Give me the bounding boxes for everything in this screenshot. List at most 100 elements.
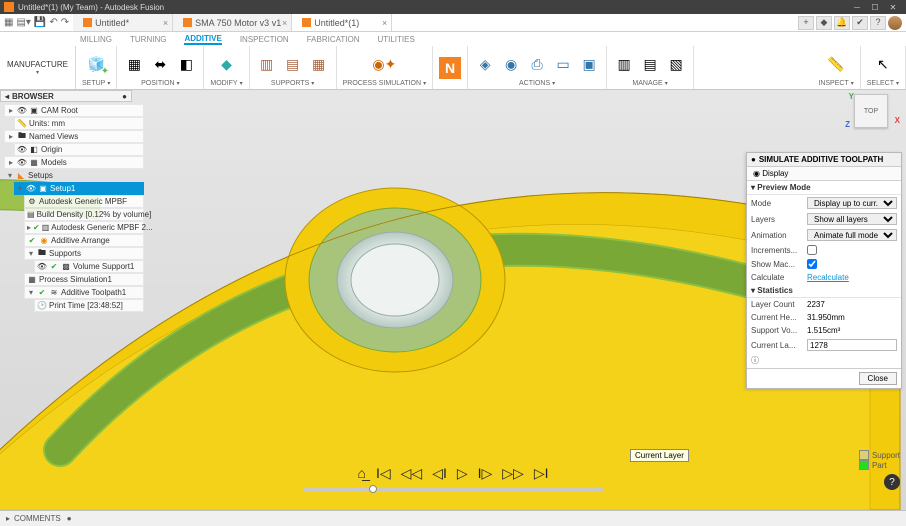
- new-tab-button[interactable]: +: [798, 16, 814, 30]
- group-label[interactable]: ACTIONS: [519, 80, 555, 87]
- tree-node[interactable]: ▸👁▦Models: [4, 156, 144, 169]
- animation-select[interactable]: Animate full model: [807, 229, 897, 241]
- workspace-switcher[interactable]: MANUFACTURE ▾: [0, 46, 76, 89]
- maximize-button[interactable]: ☐: [866, 3, 884, 12]
- tree-node[interactable]: ▦Process Simulation1: [24, 273, 144, 286]
- showmachine-checkbox[interactable]: [807, 259, 817, 269]
- home-icon[interactable]: ⌂̲: [358, 465, 366, 482]
- minimize-button[interactable]: ─: [848, 3, 866, 12]
- user-avatar[interactable]: [888, 16, 902, 30]
- ffwd-icon[interactable]: ▷▷: [502, 465, 524, 482]
- timeline-knob[interactable]: [369, 485, 377, 493]
- ribbon-tab[interactable]: UTILITIES: [377, 35, 414, 44]
- tree-node[interactable]: ⚙Autodesk Generic MPBF: [24, 195, 144, 208]
- position-auto-icon[interactable]: ▦: [123, 53, 145, 75]
- eye-icon[interactable]: 👁: [37, 262, 47, 272]
- ribbon-tab[interactable]: FABRICATION: [307, 35, 360, 44]
- undo-icon[interactable]: ↶: [49, 17, 57, 28]
- increments-checkbox[interactable]: [807, 245, 817, 255]
- tree-node[interactable]: ✔◉Additive Arrange: [24, 234, 144, 247]
- skip-end-icon[interactable]: ▷I: [534, 465, 549, 482]
- help-icon[interactable]: ?: [870, 16, 886, 30]
- tree-node[interactable]: 🕑Print Time [23:48:52]: [34, 299, 144, 312]
- netfabb-icon[interactable]: N: [439, 57, 461, 79]
- close-tab-icon[interactable]: ×: [163, 18, 168, 28]
- panel-tab-display[interactable]: ◉ Display: [747, 167, 901, 181]
- tree-node[interactable]: 👁✔▩Volume Support1: [34, 260, 144, 273]
- process-sim-icon[interactable]: ◉✦: [373, 53, 395, 75]
- skip-start-icon[interactable]: I◁: [376, 465, 391, 482]
- export-icon[interactable]: ▭: [552, 53, 574, 75]
- tree-node[interactable]: 📏Units: mm: [14, 117, 144, 130]
- eye-icon[interactable]: 👁: [17, 145, 27, 155]
- close-tab-icon[interactable]: ×: [282, 18, 287, 28]
- group-label[interactable]: SELECT: [867, 80, 899, 87]
- position-move-icon[interactable]: ⬌: [149, 53, 171, 75]
- recalculate-link[interactable]: Recalculate: [807, 273, 849, 282]
- ribbon-tab[interactable]: ADDITIVE: [184, 34, 221, 45]
- tree-node[interactable]: ▾◣Setups: [4, 169, 144, 182]
- ribbon-tab[interactable]: MILLING: [80, 35, 112, 44]
- close-window-button[interactable]: ✕: [884, 3, 902, 12]
- data-panel-icon[interactable]: ▦: [4, 17, 13, 28]
- eye-icon[interactable]: 👁: [17, 106, 27, 116]
- section-statistics[interactable]: ▾ Statistics: [747, 284, 901, 298]
- tree-node[interactable]: ▾✔≋Additive Toolpath1: [24, 286, 144, 299]
- tree-node[interactable]: ▸🖿Named Views: [4, 130, 144, 143]
- info-icon[interactable]: ⓘ: [747, 353, 901, 368]
- tree-node-selected[interactable]: ▾👁▣Setup1: [14, 182, 144, 195]
- comments-bar[interactable]: ▸COMMENTS●: [0, 510, 906, 526]
- eye-icon[interactable]: 👁: [17, 158, 27, 168]
- tree-node[interactable]: ▤Build Density [0.12% by volume]: [24, 208, 144, 221]
- job-status-icon[interactable]: ✔: [852, 16, 868, 30]
- close-tab-icon[interactable]: ×: [382, 18, 387, 28]
- select-icon[interactable]: ↖: [872, 53, 894, 75]
- manage-library-icon[interactable]: ▥: [613, 53, 635, 75]
- modify-icon[interactable]: ◆: [215, 53, 237, 75]
- group-label[interactable]: POSITION: [141, 80, 179, 87]
- currentlayer-input[interactable]: [807, 339, 897, 351]
- tree-node[interactable]: 👁◧Origin: [14, 143, 144, 156]
- close-button[interactable]: Close: [859, 372, 897, 385]
- rewind-icon[interactable]: ◁◁: [401, 465, 423, 482]
- browser-options-icon[interactable]: ●: [122, 92, 127, 101]
- manage-machine-icon[interactable]: ▤: [639, 53, 661, 75]
- manage-post-icon[interactable]: ▧: [665, 53, 687, 75]
- group-label[interactable]: MANAGE: [632, 80, 667, 87]
- generate-icon[interactable]: ◈: [474, 53, 496, 75]
- simulate-icon[interactable]: ◉: [500, 53, 522, 75]
- timeline-slider[interactable]: [303, 488, 603, 492]
- tree-node[interactable]: ▸✔▥Autodesk Generic MPBF 2...: [24, 221, 144, 234]
- tree-node[interactable]: ▾🖿Supports: [24, 247, 144, 260]
- group-label[interactable]: SUPPORTS: [271, 80, 314, 87]
- mode-select[interactable]: Display up to curr...: [807, 197, 897, 209]
- doc-tab[interactable]: Untitled*×: [73, 14, 173, 31]
- setup-icon[interactable]: 🧊✦: [85, 53, 107, 75]
- support-bar-icon[interactable]: ▥: [256, 53, 278, 75]
- group-label[interactable]: INSPECT: [818, 80, 853, 87]
- step-back-icon[interactable]: ◁I: [432, 465, 447, 482]
- ribbon-tab[interactable]: TURNING: [130, 35, 166, 44]
- group-label[interactable]: SETUP: [82, 80, 110, 87]
- save-icon[interactable]: 💾: [34, 17, 46, 28]
- group-label[interactable]: PROCESS SIMULATION: [343, 80, 426, 87]
- doc-tab[interactable]: Untitled*(1)×: [292, 14, 392, 31]
- group-label[interactable]: MODIFY: [210, 80, 242, 87]
- redo-icon[interactable]: ↷: [61, 17, 69, 28]
- notifications-icon[interactable]: 🔔: [834, 16, 850, 30]
- comments-options-icon[interactable]: ●: [67, 514, 72, 523]
- extensions-icon[interactable]: ◆: [816, 16, 832, 30]
- viewcube[interactable]: TOP: [854, 94, 888, 128]
- support-volume-icon[interactable]: ▤: [282, 53, 304, 75]
- inspect-icon[interactable]: 📏: [825, 53, 847, 75]
- browser-header[interactable]: ◂BROWSER●: [0, 90, 132, 102]
- position-orient-icon[interactable]: ◧: [175, 53, 197, 75]
- eye-icon[interactable]: 👁: [26, 184, 36, 194]
- file-menu-icon[interactable]: ▤▾: [16, 17, 30, 28]
- tree-node[interactable]: ▸👁▣CAM Root: [4, 104, 144, 117]
- support-lattice-icon[interactable]: ▦: [308, 53, 330, 75]
- print-icon[interactable]: ⎙: [526, 53, 548, 75]
- help-fab-icon[interactable]: ?: [884, 474, 900, 490]
- doc-tab[interactable]: SMA 750 Motor v3 v1×: [173, 14, 292, 31]
- machine-icon[interactable]: ▣: [578, 53, 600, 75]
